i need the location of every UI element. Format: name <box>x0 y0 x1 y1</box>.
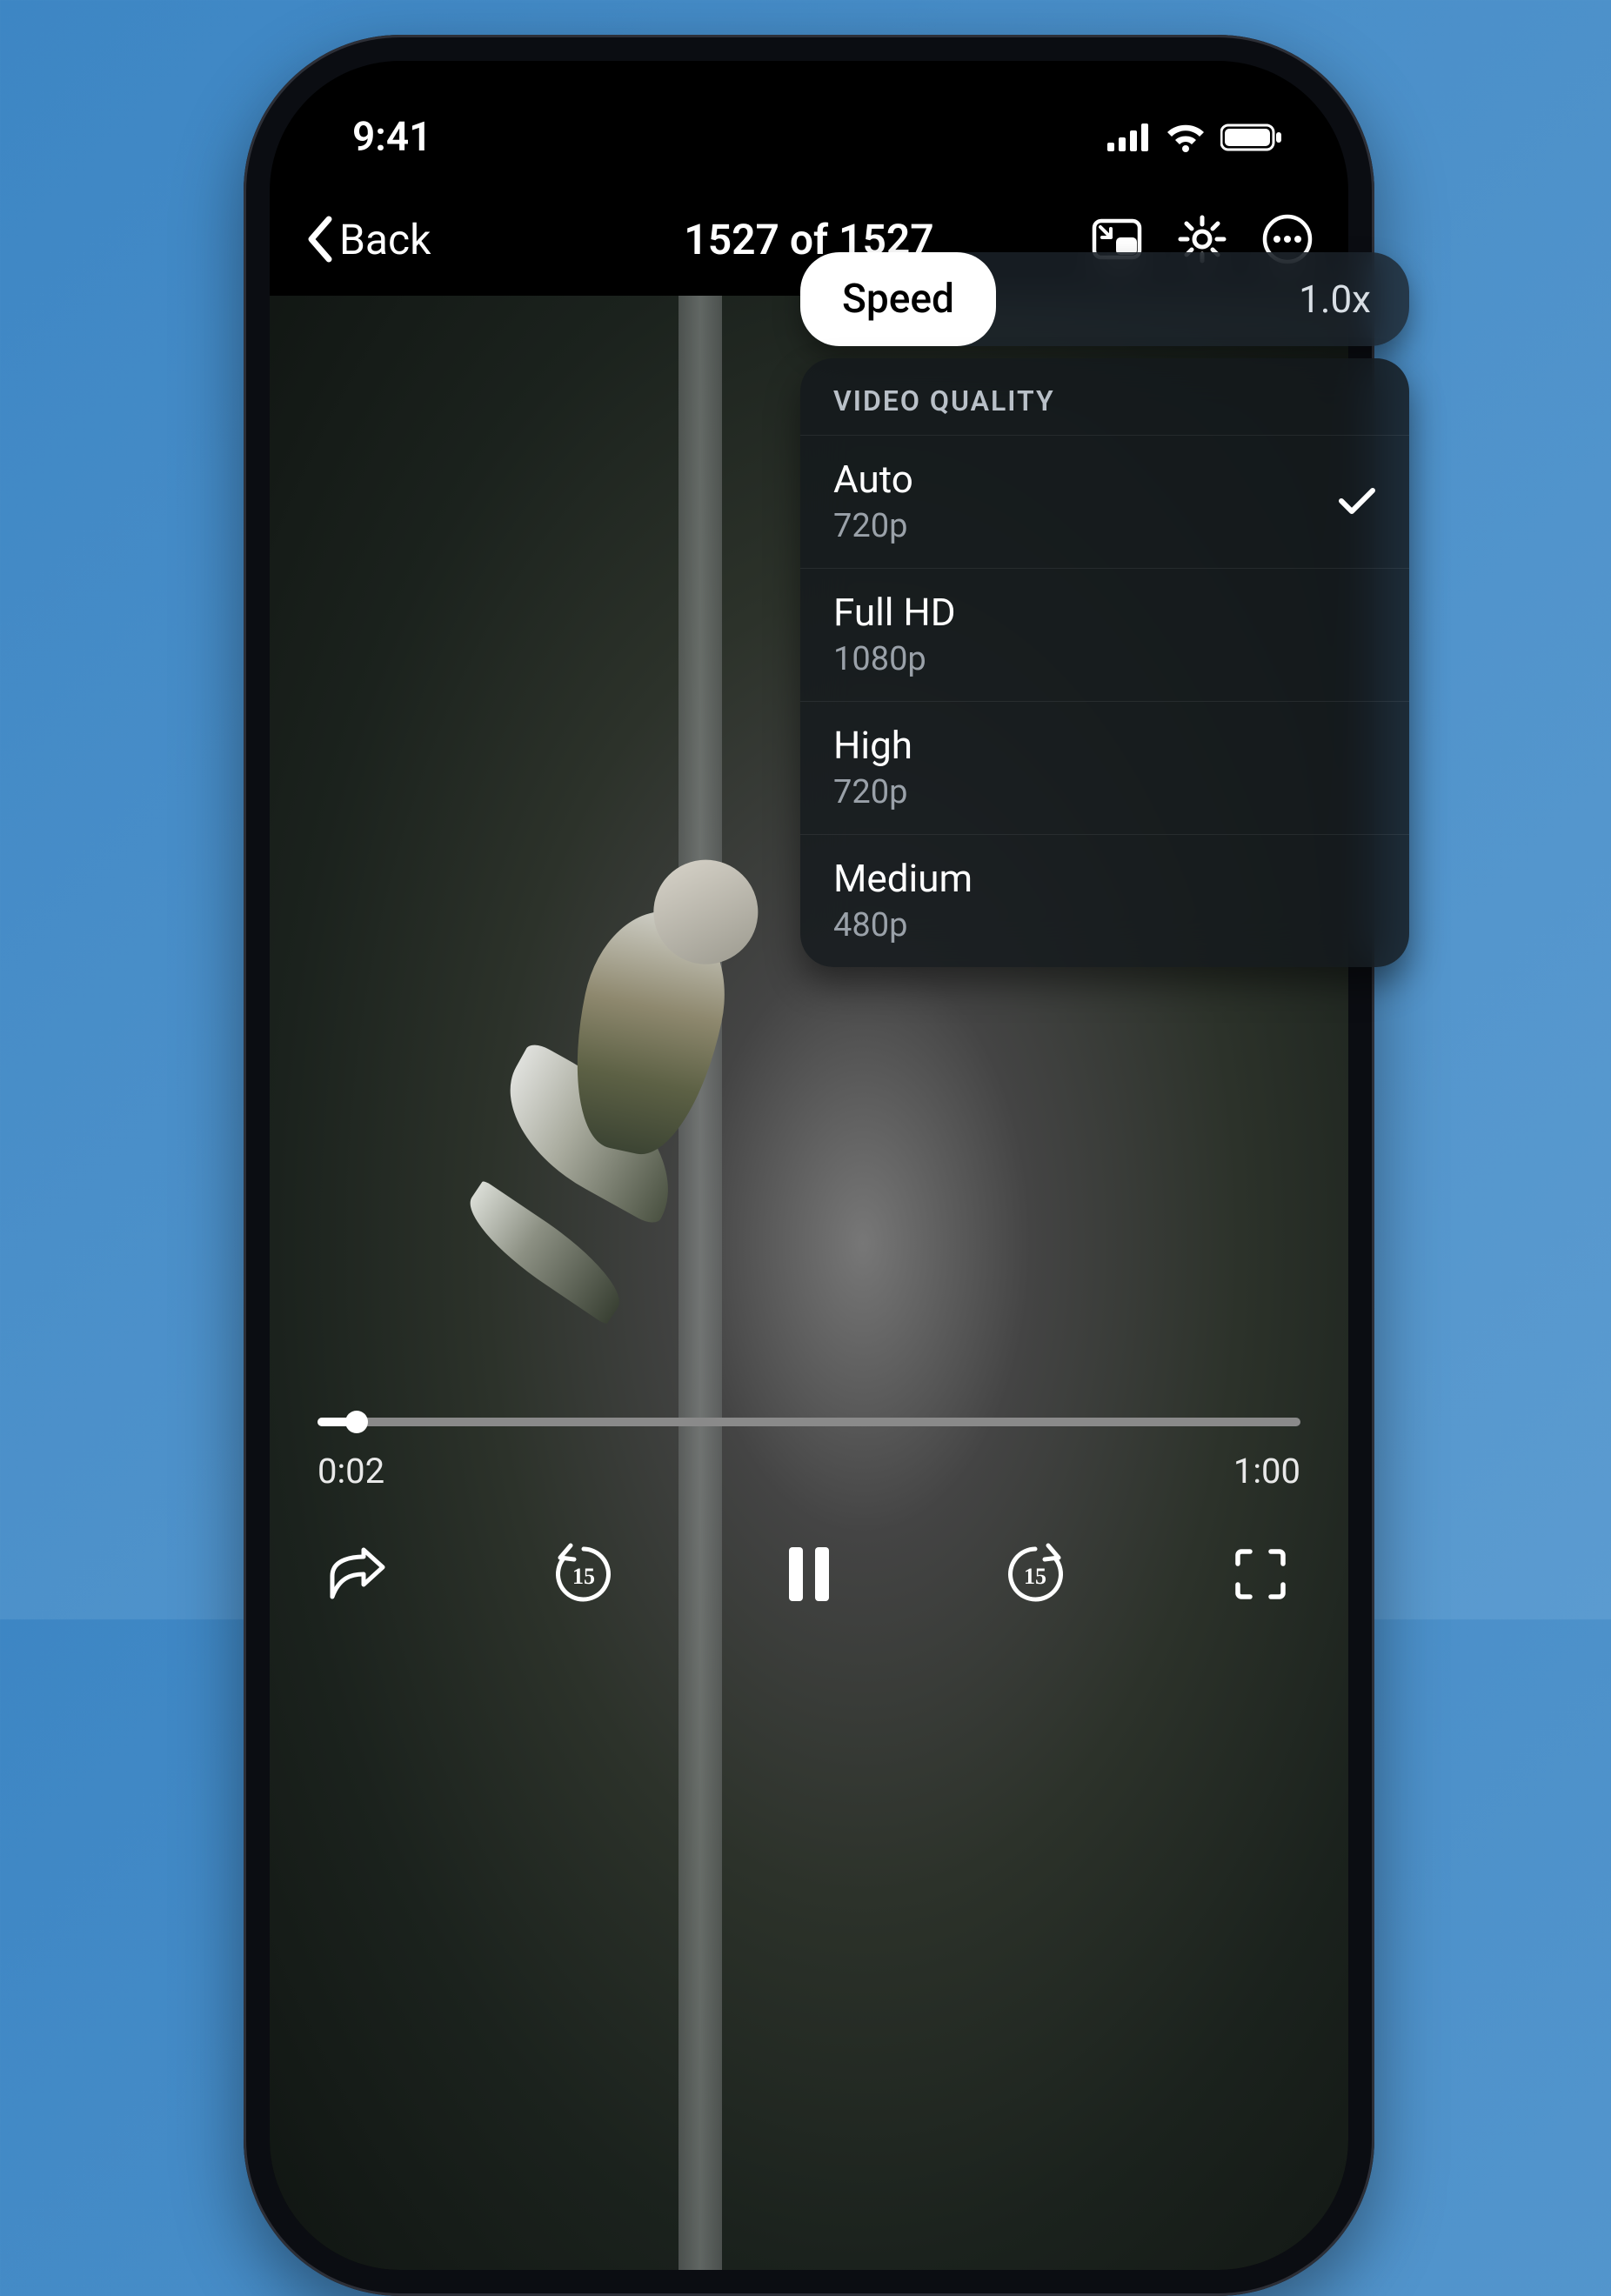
speed-label-pill: Speed <box>800 252 996 346</box>
quality-option-title: Auto <box>833 457 913 502</box>
progress-thumb[interactable] <box>345 1411 368 1433</box>
skip-forward-seconds: 15 <box>1024 1564 1046 1589</box>
wifi-icon <box>1165 123 1207 152</box>
duration: 1:00 <box>1233 1451 1300 1492</box>
quality-option-full-hd[interactable]: Full HD 1080p <box>800 568 1409 701</box>
progress-bar[interactable] <box>318 1418 1300 1426</box>
playback-controls: 0:02 1:00 15 15 <box>270 1418 1348 1609</box>
quality-option-sub: 1080p <box>833 640 956 678</box>
back-button[interactable]: Back <box>304 215 431 264</box>
quality-option-sub: 720p <box>833 507 913 545</box>
fullscreen-button[interactable] <box>1226 1539 1295 1609</box>
quality-option-high[interactable]: High 720p <box>800 701 1409 834</box>
video-quality-header: VIDEO QUALITY <box>800 358 1409 435</box>
settings-popover: Speed 1.0x VIDEO QUALITY Auto 720p Full … <box>800 252 1409 967</box>
checkmark-icon <box>1338 485 1376 517</box>
quality-option-medium[interactable]: Medium 480p <box>800 834 1409 967</box>
skip-back-seconds: 15 <box>572 1564 595 1589</box>
chevron-left-icon <box>304 216 334 263</box>
stage: 9:41 <box>0 0 1611 1619</box>
quality-option-title: High <box>833 723 912 768</box>
quality-option-auto[interactable]: Auto 720p <box>800 435 1409 568</box>
speed-row[interactable]: Speed 1.0x <box>800 252 1409 346</box>
pause-button[interactable] <box>774 1539 844 1609</box>
quality-option-sub: 720p <box>833 773 912 811</box>
video-subject-bird <box>434 871 810 1356</box>
video-quality-panel: VIDEO QUALITY Auto 720p Full HD 1080p <box>800 358 1409 967</box>
quality-option-sub: 480p <box>833 906 973 944</box>
back-label: Back <box>339 215 431 264</box>
quality-option-title: Full HD <box>833 590 956 635</box>
cellular-icon <box>1107 123 1151 151</box>
skip-back-button[interactable]: 15 <box>549 1539 618 1609</box>
status-indicators <box>1107 123 1283 152</box>
current-time: 0:02 <box>318 1451 384 1492</box>
battery-icon <box>1220 123 1283 152</box>
status-time: 9:41 <box>352 114 431 161</box>
quality-option-title: Medium <box>833 856 973 901</box>
share-button[interactable] <box>323 1539 392 1609</box>
skip-forward-button[interactable]: 15 <box>1000 1539 1070 1609</box>
dynamic-island <box>652 89 966 158</box>
speed-value: 1.0x <box>1299 277 1371 322</box>
